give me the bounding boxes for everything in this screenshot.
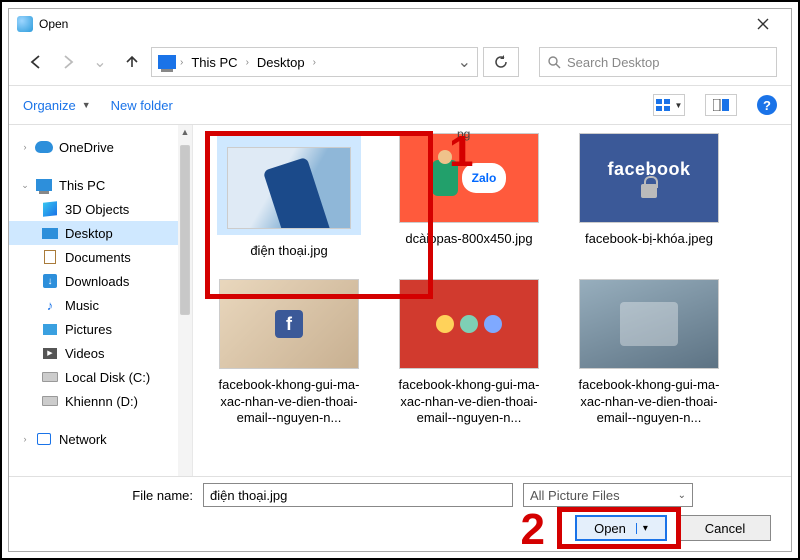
filename-label: File name: (23, 488, 193, 503)
chevron-down-icon: ▼ (82, 100, 91, 110)
file-item[interactable]: facebook facebook-bị-khóa.jpeg (571, 133, 727, 259)
search-input[interactable]: Search Desktop (539, 47, 777, 77)
file-name: dcàiopas-800x450.jpg (405, 231, 532, 247)
arrow-up-icon (124, 54, 140, 70)
tree-documents[interactable]: Documents (9, 245, 192, 269)
titlebar: Open (9, 9, 791, 39)
view-mode-button[interactable]: ▼ (653, 94, 685, 116)
bottom-bar: File name: All Picture Files⌄ Open▾ Canc… (9, 476, 791, 551)
file-thumbnail (399, 279, 539, 369)
refresh-button[interactable] (483, 47, 519, 77)
recent-button[interactable]: ⌄ (87, 49, 113, 75)
tree-downloads[interactable]: Downloads (9, 269, 192, 293)
tree-pictures[interactable]: Pictures (9, 317, 192, 341)
file-pane[interactable]: pg điện thoại.jpg Zalo dcàiopas-800x450.… (193, 125, 791, 476)
thispc-icon (158, 55, 176, 69)
file-name: facebook-khong-gui-ma-xac-nhan-ve-dien-t… (211, 377, 367, 426)
file-thumbnail: Zalo (399, 133, 539, 223)
scroll-thumb[interactable] (180, 145, 190, 315)
nav-tree: ›OneDrive ⌄This PC 3D Objects Desktop Do… (9, 125, 193, 476)
tree-localdisk[interactable]: Local Disk (C:) (9, 365, 192, 389)
partial-filename: pg (457, 127, 470, 141)
chevron-down-icon: ▼ (675, 101, 683, 110)
file-item[interactable]: điện thoại.jpg (211, 133, 367, 259)
window-title: Open (39, 17, 68, 31)
help-icon: ? (763, 98, 771, 113)
crumb-thispc[interactable]: This PC (187, 55, 241, 70)
close-icon (757, 18, 769, 30)
crumb-desktop[interactable]: Desktop (253, 55, 309, 70)
chevron-down-icon: ⌄ (678, 490, 686, 501)
thispc-icon (36, 179, 52, 191)
up-button[interactable] (119, 49, 145, 75)
file-thumbnail (227, 147, 351, 229)
file-item[interactable]: f facebook-khong-gui-ma-xac-nhan-ve-dien… (211, 279, 367, 426)
help-button[interactable]: ? (757, 95, 777, 115)
document-icon (44, 250, 56, 264)
chevron-right-icon: › (313, 57, 316, 68)
chevron-right-icon: › (21, 434, 29, 444)
tree-3dobjects[interactable]: 3D Objects (9, 197, 192, 221)
address-bar[interactable]: › This PC › Desktop › ⌄ (151, 47, 478, 77)
desktop-icon (42, 228, 58, 239)
new-folder-button[interactable]: New folder (111, 98, 173, 113)
file-item[interactable]: Zalo dcàiopas-800x450.jpg (391, 133, 547, 259)
file-thumbnail: facebook (579, 133, 719, 223)
download-icon (43, 274, 57, 288)
open-button[interactable]: Open▾ (575, 515, 667, 541)
file-thumbnail (579, 279, 719, 369)
disk-icon (42, 396, 58, 406)
cancel-button[interactable]: Cancel (679, 515, 771, 541)
arrow-right-icon (60, 54, 76, 70)
thumbnails-icon (656, 99, 672, 111)
file-item[interactable]: facebook-khong-gui-ma-xac-nhan-ve-dien-t… (571, 279, 727, 426)
chevron-down-icon: ⌄ (21, 180, 29, 191)
back-button[interactable] (23, 49, 49, 75)
tree-music[interactable]: ♪Music (9, 293, 192, 317)
filename-input[interactable] (203, 483, 513, 507)
chevron-down-icon[interactable]: ⌄ (458, 52, 471, 72)
refresh-icon (494, 55, 508, 69)
chevron-right-icon: › (246, 57, 249, 68)
file-name: facebook-bị-khóa.jpeg (585, 231, 713, 247)
music-icon: ♪ (41, 297, 59, 313)
disk-icon (42, 372, 58, 382)
tree-network[interactable]: ›Network (9, 427, 192, 451)
network-icon (37, 433, 51, 445)
chevron-down-icon: ⌄ (93, 52, 106, 72)
onedrive-icon (35, 141, 53, 153)
filetype-select[interactable]: All Picture Files⌄ (523, 483, 693, 507)
organize-button[interactable]: Organize▼ (23, 98, 91, 113)
tree-thispc[interactable]: ⌄This PC (9, 173, 192, 197)
search-placeholder: Search Desktop (567, 55, 660, 70)
tree-khiennn[interactable]: Khiennn (D:) (9, 389, 192, 413)
chevron-right-icon: › (21, 142, 29, 152)
file-name: facebook-khong-gui-ma-xac-nhan-ve-dien-t… (391, 377, 547, 426)
app-icon (17, 16, 33, 32)
scroll-up-icon: ▲ (181, 125, 190, 139)
preview-icon (713, 99, 729, 111)
close-button[interactable] (743, 10, 783, 38)
nav-row: ⌄ › This PC › Desktop › ⌄ Search Desktop (9, 39, 791, 85)
search-icon (548, 56, 561, 69)
pictures-icon (43, 324, 57, 335)
file-name: facebook-khong-gui-ma-xac-nhan-ve-dien-t… (571, 377, 727, 426)
forward-button[interactable] (55, 49, 81, 75)
file-item[interactable]: facebook-khong-gui-ma-xac-nhan-ve-dien-t… (391, 279, 547, 426)
dialog-frame: Open ⌄ › This PC › Desktop › ⌄ Search De… (0, 0, 800, 560)
file-name: điện thoại.jpg (250, 243, 327, 259)
chevron-right-icon: › (180, 57, 183, 68)
tree-scrollbar[interactable]: ▲ (178, 125, 192, 476)
tree-videos[interactable]: Videos (9, 341, 192, 365)
split-chevron-icon: ▾ (636, 523, 648, 534)
videos-icon (43, 348, 57, 359)
tree-desktop[interactable]: Desktop (9, 221, 192, 245)
file-thumbnail: f (219, 279, 359, 369)
cube-icon (43, 201, 57, 216)
arrow-left-icon (28, 54, 44, 70)
toolbar: Organize▼ New folder ▼ ? (9, 85, 791, 125)
tree-onedrive[interactable]: ›OneDrive (9, 135, 192, 159)
preview-pane-button[interactable] (705, 94, 737, 116)
